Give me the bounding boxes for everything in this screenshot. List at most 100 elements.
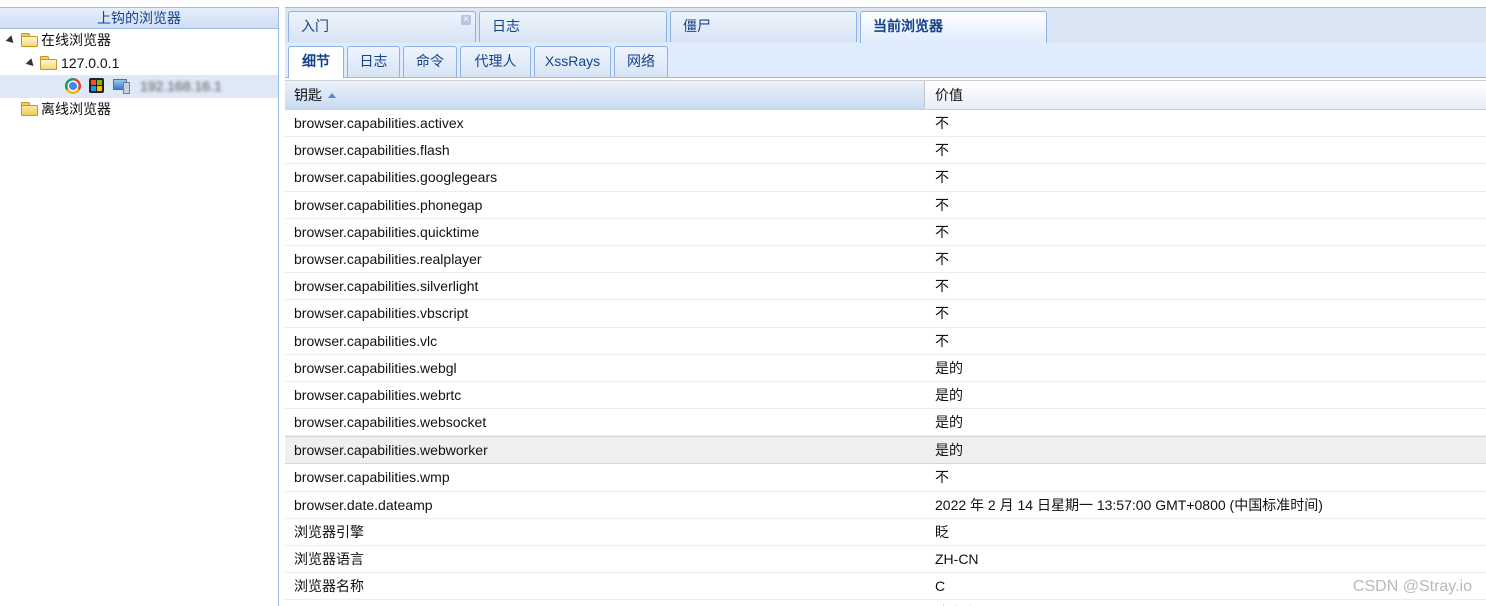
cell-value: 不 [935,469,949,486]
cell-key: browser.capabilities.realplayer [294,250,482,267]
subtab-xssrays[interactable]: XssRays [534,46,611,77]
cell-value: 不 [935,305,949,322]
windows-icon [89,78,104,93]
computer-icon [113,79,130,94]
cell-key: browser.capabilities.wmp [294,469,450,486]
table-row[interactable]: browser.capabilities.quicktime 不 [285,219,1486,246]
tree-label-offline: 离线浏览器 [41,101,111,117]
column-header-value[interactable]: 价值 [926,81,963,109]
expand-arrow-icon[interactable] [5,35,17,46]
table-row[interactable]: browser.name.friendly 铬合金 [285,600,1486,606]
cell-value: 是的 [935,442,963,459]
cell-key: browser.capabilities.silverlight [294,278,479,295]
grid-body: browser.capabilities.activex 不 browser.cap… [285,110,1486,606]
cell-value: 是的 [935,414,963,431]
table-row[interactable]: browser.capabilities.wmp 不 [285,464,1486,492]
subtab-commands[interactable]: 命令 [403,46,457,77]
sort-asc-icon [328,92,336,98]
grid-header: 钥匙 价值 [285,80,1486,110]
cell-value: 不 [935,332,949,349]
table-row[interactable]: 浏览器语言 ZH-CN [285,546,1486,574]
tab-current-browser[interactable]: 当前浏览器 [860,11,1047,43]
tab-getting-started[interactable]: 入门 × [288,11,476,42]
subtab-logs[interactable]: 日志 [347,46,400,77]
app-window: 上钩的浏览器 在线浏览器 127.0.0.1 192.168.16.1 离线浏览… [0,0,1486,606]
tab-label: 日志 [492,18,520,34]
folder-open-icon [21,33,38,47]
cell-value: 不 [935,142,949,159]
cell-value: 是的 [935,386,963,403]
tree-node-browser[interactable]: 192.168.16.1 [0,75,278,98]
column-header-key[interactable]: 钥匙 [285,81,925,109]
table-row[interactable]: browser.capabilities.webgl 是的 [285,355,1486,382]
cell-key: browser.capabilities.vbscript [294,305,469,322]
cell-value: 铬合金 [935,600,977,606]
table-row[interactable]: browser.capabilities.realplayer 不 [285,246,1486,274]
browser-tree: 在线浏览器 127.0.0.1 192.168.16.1 离线浏览器 [0,29,278,121]
tree-node-online[interactable]: 在线浏览器 [0,29,278,52]
folder-icon [21,102,38,116]
cell-key: browser.name.friendly [294,600,431,606]
cell-value: 眨 [935,523,949,540]
tab-label: 僵尸 [683,18,711,34]
folder-open-icon [40,56,57,70]
cell-key: browser.capabilities.phonegap [294,196,483,213]
subtab-details[interactable]: 细节 [288,46,344,78]
tree-label-online: 在线浏览器 [41,32,111,48]
watermark: CSDN @Stray.io [1352,578,1472,595]
cell-value: C [935,578,946,595]
table-row[interactable]: browser.capabilities.activex 不 [285,110,1486,138]
cell-key: browser.capabilities.flash [294,142,450,159]
table-row[interactable]: browser.capabilities.phonegap 不 [285,192,1486,219]
cell-value: 不 [935,278,949,295]
cell-value: 是的 [935,359,963,376]
cell-value: ZH-CN [935,551,979,567]
table-row[interactable]: browser.capabilities.vbscript 不 [285,300,1486,328]
cell-value: 不 [935,250,949,267]
column-header-key-label: 钥匙 [294,87,322,103]
table-row[interactable]: browser.date.dateamp 2022 年 2 月 14 日星期一 1… [285,492,1486,519]
table-row[interactable]: browser.capabilities.websocket 是的 [285,409,1486,437]
panel-title: 上钩的浏览器 [0,7,278,29]
cell-value: 不 [935,196,949,213]
cell-value: 不 [935,115,949,131]
chrome-icon [65,78,81,94]
cell-value: 2022 年 2 月 14 日星期一 13:57:00 GMT+0800 (中国… [935,496,1323,513]
table-row[interactable]: browser.capabilities.vlc 不 [285,328,1486,355]
subtab-network[interactable]: 网络 [614,46,668,77]
cell-key: browser.capabilities.googlegears [294,169,498,186]
expand-arrow-icon[interactable] [25,58,37,69]
table-row[interactable]: 浏览器引擎 眨 [285,519,1486,546]
tree-label-host: 127.0.0.1 [61,55,120,71]
cell-key: 浏览器语言 [294,551,364,567]
tab-zombies[interactable]: 僵尸 [670,11,857,42]
cell-key: browser.capabilities.quicktime [294,223,480,240]
cell-key: 浏览器名称 [294,578,364,595]
cell-value: 不 [935,169,949,186]
tree-node-host[interactable]: 127.0.0.1 [0,52,278,75]
cell-key: browser.capabilities.activex [294,115,464,131]
tab-logs[interactable]: 日志 [479,11,667,42]
hooked-browsers-panel: 上钩的浏览器 在线浏览器 127.0.0.1 192.168.16.1 离线浏览… [0,7,279,606]
cell-value: 不 [935,223,949,240]
details-grid: 钥匙 价值 browser.capabilities.activex 不 brows… [285,80,1486,606]
cell-key: browser.date.dateamp [294,496,433,513]
table-row[interactable]: browser.capabilities.webworker 是的 [285,436,1486,465]
main-tab-bar: 入门 × 日志 僵尸 当前浏览器 [285,7,1486,44]
table-row[interactable]: browser.capabilities.webrtc 是的 [285,382,1486,410]
cell-key: browser.capabilities.webworker [294,442,488,459]
tree-node-offline[interactable]: 离线浏览器 [0,98,278,121]
close-icon[interactable]: × [461,15,471,25]
cell-key: browser.capabilities.webrtc [294,386,462,403]
table-row[interactable]: browser.capabilities.googlegears 不 [285,164,1486,192]
table-row[interactable]: 浏览器名称 C [285,573,1486,601]
cell-key: 浏览器引擎 [294,523,364,540]
table-row[interactable]: browser.capabilities.silverlight 不 [285,273,1486,301]
browser-ip: 192.168.16.1 [140,78,222,94]
cell-key: browser.capabilities.vlc [294,332,438,349]
table-row[interactable]: browser.capabilities.flash 不 [285,137,1486,165]
sub-tab-bar: 细节 日志 命令 代理人 XssRays 网络 [285,43,1486,78]
tab-label: 入门 [301,18,329,34]
main-panel: 入门 × 日志 僵尸 当前浏览器 细节 日志 命令 代理人 XssRays 网络 [285,7,1486,606]
subtab-proxy[interactable]: 代理人 [460,46,531,77]
